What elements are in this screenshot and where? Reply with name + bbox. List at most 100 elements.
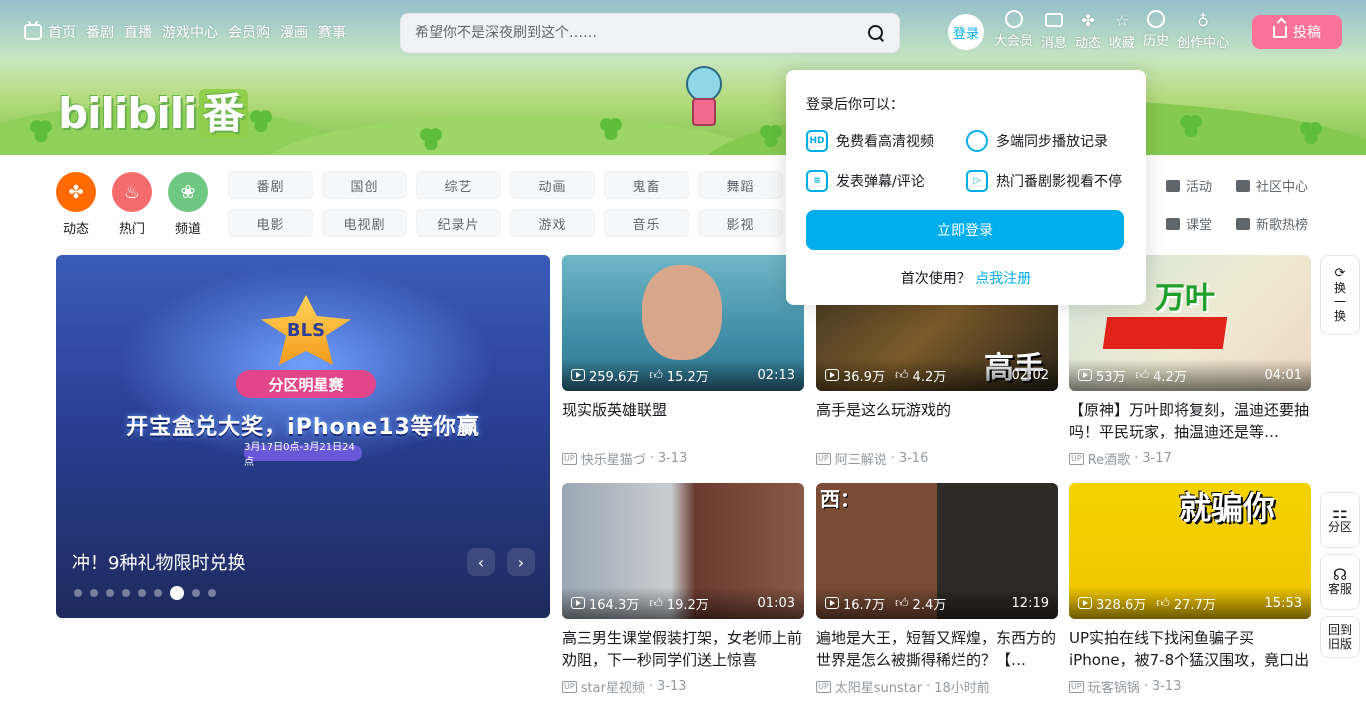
channel-game[interactable]: 游戏	[510, 209, 595, 237]
carousel-caption[interactable]: 冲！9种礼物限时兑换	[72, 549, 245, 575]
channel-animation[interactable]: 动画	[510, 171, 595, 199]
nav-item-esports[interactable]: 赛事	[318, 22, 346, 42]
up-icon: UP	[562, 452, 577, 465]
video-meta: UP 玩客锅锅 · 3-13	[1069, 677, 1311, 696]
creator-icon: ♁	[1197, 10, 1209, 30]
video-meta: UP Re酒歌 · 3-17	[1069, 449, 1311, 468]
video-title[interactable]: 现实版英雄联盟	[562, 399, 804, 443]
login-now-button[interactable]: 立即登录	[806, 210, 1124, 250]
carousel-dot[interactable]	[90, 589, 98, 597]
zone-button[interactable]: ⚏ 分区	[1320, 492, 1360, 548]
video-card[interactable]: 就骗你 328.6万 👍︎ 27.7万 15:53 UP实拍在线下找闲鱼骗子买iPho…	[1069, 483, 1311, 696]
side-link-activity[interactable]: 活动	[1166, 176, 1236, 195]
classroom-icon	[1166, 217, 1180, 230]
nav-item-mall[interactable]: 会员购	[228, 22, 270, 42]
upload-icon	[1273, 26, 1287, 38]
carousel-dot[interactable]	[74, 589, 82, 597]
video-author[interactable]: star星视频	[581, 677, 645, 696]
like-count: 15.2万	[666, 369, 709, 385]
nav-item-bangumi[interactable]: 番剧	[86, 22, 114, 42]
video-thumbnail[interactable]: 164.3万 👍︎ 19.2万 01:03	[562, 483, 804, 619]
video-title[interactable]: 【原神】万叶即将复刻，温迪还要抽吗！平民玩家，抽温迪还是等…	[1069, 399, 1311, 443]
carousel-dot[interactable]	[192, 589, 200, 597]
entry-label: 消息	[1041, 36, 1068, 51]
carousel-dot[interactable]	[106, 589, 114, 597]
channel-bangumi[interactable]: 番剧	[228, 171, 313, 199]
register-link[interactable]: 点我注册	[975, 271, 1031, 287]
nav-item-manga[interactable]: 漫画	[280, 22, 308, 42]
video-author[interactable]: 快乐星猫づ	[581, 449, 646, 468]
side-link-classroom[interactable]: 课堂	[1166, 214, 1236, 233]
video-thumbnail[interactable]: 就骗你 328.6万 👍︎ 27.7万 15:53	[1069, 483, 1311, 619]
channel-guochuang[interactable]: 国创	[322, 171, 407, 199]
channel-variety[interactable]: 综艺	[416, 171, 501, 199]
side-link-community[interactable]: 社区中心	[1236, 176, 1326, 195]
like-count: 19.2万	[666, 597, 709, 613]
site-logo[interactable]: bilibili 番	[58, 80, 248, 141]
channel-film[interactable]: 影视	[698, 209, 783, 237]
dynamic-circle-icon: ✤	[56, 172, 96, 212]
entry-message[interactable]: 消息	[1041, 10, 1067, 51]
channel-tv[interactable]: 电视剧	[322, 209, 407, 237]
meta-separator: ·	[1134, 451, 1139, 466]
channel-documentary[interactable]: 纪录片	[416, 209, 501, 237]
quick-entry-dynamic[interactable]: ✤ 动态	[56, 172, 96, 237]
entry-label: 历史	[1143, 34, 1170, 49]
video-date: 18小时前	[934, 681, 990, 696]
meta-separator: ·	[649, 451, 654, 466]
entry-dynamic[interactable]: ✤ 动态	[1075, 10, 1101, 52]
clover-decoration	[1300, 122, 1322, 144]
video-card[interactable]: 259.6万 👍︎ 15.2万 02:13 现实版英雄联盟 UP 快乐星猫づ · 3-13	[562, 255, 804, 468]
entry-history[interactable]: 历史	[1143, 10, 1169, 51]
customer-service-button[interactable]: ☊ 客服	[1320, 554, 1360, 610]
nav-item-game-center[interactable]: 游戏中心	[162, 22, 218, 42]
video-thumbnail[interactable]: 259.6万 👍︎ 15.2万 02:13	[562, 255, 804, 391]
video-date: 3-16	[898, 451, 929, 466]
carousel-prev-button[interactable]: ‹	[467, 548, 495, 576]
refresh-button[interactable]: ⟳ 换一换	[1320, 255, 1360, 335]
banner-carousel[interactable]: BLS 分区明星赛 开宝盒兑大奖，iPhone13等你赢 3月17日0点-3月2…	[56, 255, 550, 618]
video-title[interactable]: UP实拍在线下找闲鱼骗子买iPhone，被7-8个猛汉围攻，竟口出狂…	[1069, 627, 1311, 671]
search-input[interactable]	[415, 25, 867, 41]
entry-creator[interactable]: ♁ 创作中心	[1177, 10, 1229, 52]
video-author[interactable]: 阿三解说	[835, 449, 887, 468]
channel-kichiku[interactable]: 鬼畜	[604, 171, 689, 199]
video-title[interactable]: 遍地是大王，短暂又辉煌，东西方的世界是怎么被撕得稀烂的？【…	[816, 627, 1058, 671]
video-meta: UP 太阳星sunstar · 18小时前	[816, 677, 1058, 696]
channel-movie[interactable]: 电影	[228, 209, 313, 237]
video-thumbnail[interactable]: 西： 16.7万 👍︎ 2.4万 12:19	[816, 483, 1058, 619]
login-popover: 登录后你可以： HD 免费看高清视频 多端同步播放记录 ≡ 发表弹幕/评论 ▷ 热门番…	[786, 70, 1146, 305]
entry-favorite[interactable]: ☆ 收藏	[1109, 10, 1135, 52]
upload-button[interactable]: 投稿	[1252, 15, 1342, 49]
carousel-dot[interactable]	[122, 589, 130, 597]
quick-entry-hot[interactable]: ♨ 热门	[112, 172, 152, 237]
thumbnail-banner-shape	[1102, 317, 1228, 349]
view-count: 164.3万	[589, 597, 640, 613]
video-card[interactable]: 西： 16.7万 👍︎ 2.4万 12:19 遍地是大王，短暂又辉煌，东西方的世界是怎…	[816, 483, 1058, 696]
up-icon: UP	[1069, 680, 1084, 693]
old-version-button[interactable]: 回到旧版	[1320, 616, 1360, 658]
video-title[interactable]: 高手是这么玩游戏的	[816, 399, 1058, 443]
channel-dance[interactable]: 舞蹈	[698, 171, 783, 199]
entry-vip[interactable]: 大会员	[994, 10, 1033, 51]
carousel-dot[interactable]	[208, 589, 216, 597]
channel-music[interactable]: 音乐	[604, 209, 689, 237]
up-icon: UP	[816, 680, 831, 693]
video-author[interactable]: 太阳星sunstar	[835, 677, 922, 696]
carousel-next-button[interactable]: ›	[507, 548, 535, 576]
nav-item-live[interactable]: 直播	[124, 22, 152, 42]
video-author[interactable]: Re酒歌	[1088, 449, 1130, 468]
side-link-new-songs[interactable]: 新歌热榜	[1236, 214, 1326, 233]
video-card[interactable]: 164.3万 👍︎ 19.2万 01:03 高三男生课堂假装打架，女老师上前劝阻，下一…	[562, 483, 804, 696]
meta-separator: ·	[1143, 679, 1148, 694]
login-avatar[interactable]: 登录	[948, 14, 984, 50]
video-duration: 01:03	[757, 595, 795, 611]
video-title[interactable]: 高三男生课堂假装打架，女老师上前劝阻，下一秒同学们送上惊喜	[562, 627, 804, 671]
search-icon[interactable]	[867, 24, 885, 42]
carousel-dot[interactable]	[170, 586, 184, 600]
carousel-dot[interactable]	[138, 589, 146, 597]
nav-item-home[interactable]: 首页	[24, 22, 76, 42]
video-author[interactable]: 玩客锅锅	[1088, 677, 1140, 696]
carousel-dot[interactable]	[154, 589, 162, 597]
quick-entry-channel[interactable]: ❀ 频道	[168, 172, 208, 237]
